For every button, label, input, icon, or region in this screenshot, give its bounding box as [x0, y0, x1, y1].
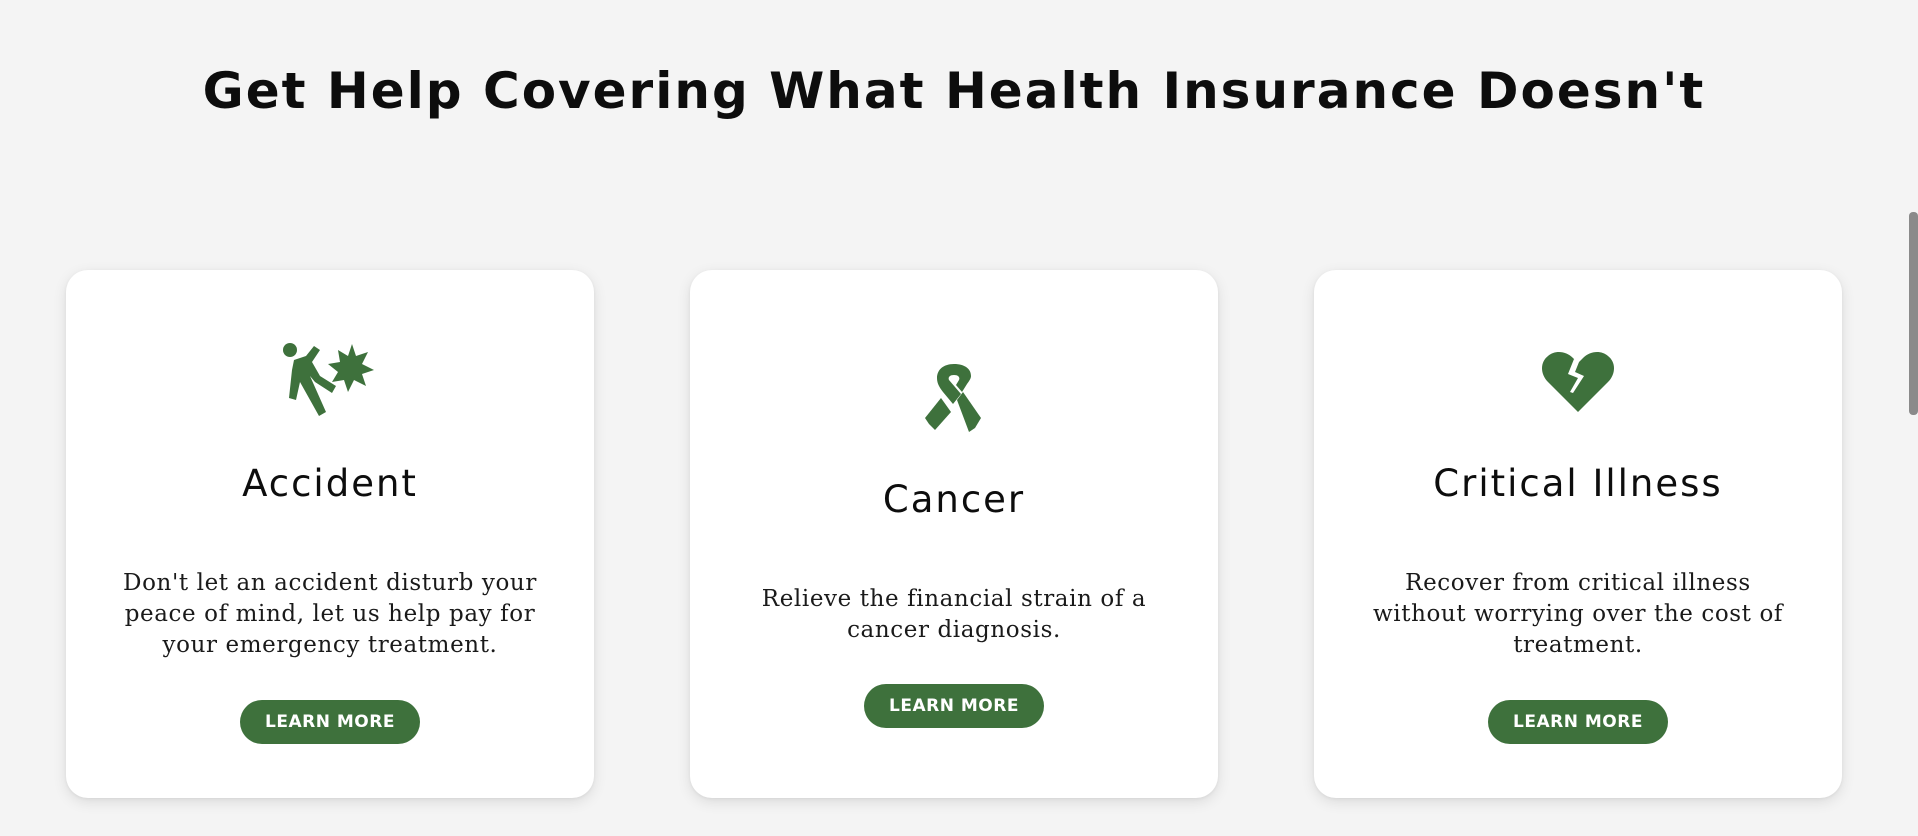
card-title: Critical Illness — [1433, 462, 1723, 505]
accident-fall-icon — [282, 342, 378, 418]
card-cancer: Cancer Relieve the financial strain of a… — [690, 270, 1218, 798]
card-accident: Accident Don't let an accident disturb y… — [66, 270, 594, 798]
learn-more-button-cancer[interactable]: LEARN MORE — [864, 684, 1044, 728]
learn-more-button-critical-illness[interactable]: LEARN MORE — [1488, 700, 1668, 744]
scrollbar-thumb[interactable] — [1909, 212, 1918, 415]
card-title: Cancer — [882, 478, 1026, 521]
coverage-section: Get Help Covering What Health Insurance … — [0, 0, 1900, 836]
section-title: Get Help Covering What Health Insurance … — [202, 62, 1706, 120]
card-title: Accident — [242, 462, 418, 505]
cancer-ribbon-icon — [923, 362, 985, 434]
learn-more-button-accident[interactable]: LEARN MORE — [240, 700, 420, 744]
vertical-scrollbar[interactable] — [1900, 0, 1918, 836]
broken-heart-icon — [1540, 350, 1616, 414]
card-description: Don't let an accident disturb your peace… — [123, 570, 537, 658]
card-description: Recover from critical illness without wo… — [1372, 570, 1783, 658]
card-critical-illness: Critical Illness Recover from critical i… — [1314, 270, 1842, 798]
card-description: Relieve the financial strain of a cancer… — [761, 586, 1147, 643]
